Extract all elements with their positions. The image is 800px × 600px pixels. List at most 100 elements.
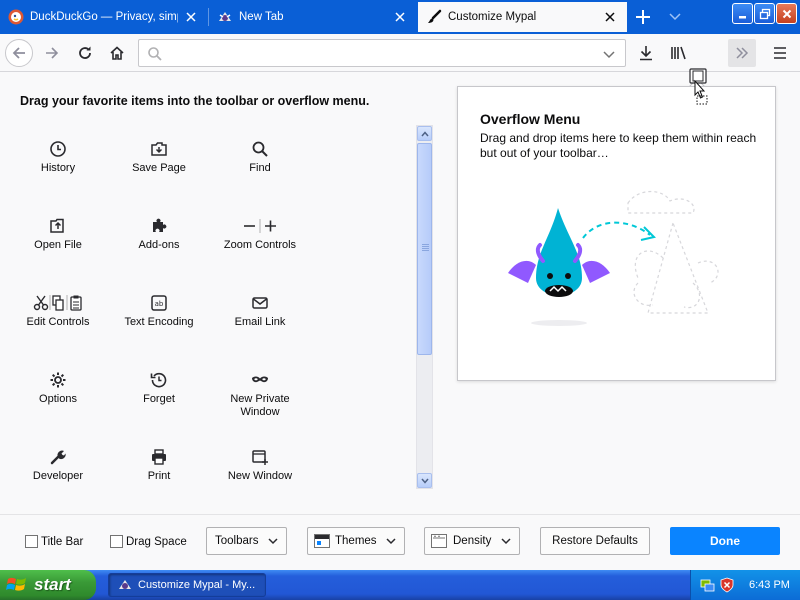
- forward-arrow-icon: [46, 47, 59, 59]
- palette-item-open-file[interactable]: Open File: [8, 215, 108, 285]
- forward-button[interactable]: [38, 39, 66, 67]
- close-icon[interactable]: [184, 10, 198, 24]
- edit-controls-icon: [26, 292, 90, 314]
- minimize-icon: [738, 15, 746, 18]
- gear-icon: [38, 369, 78, 391]
- home-icon: [110, 46, 124, 60]
- palette-item-save-page[interactable]: Save Page: [109, 138, 209, 208]
- security-shield-icon[interactable]: [719, 577, 735, 593]
- tab-duckduckgo[interactable]: DuckDuckGo — Privacy, simplified.: [0, 2, 208, 32]
- svg-text:ab: ab: [155, 300, 164, 308]
- clock-icon: [38, 138, 78, 160]
- tab-strip: DuckDuckGo — Privacy, simplified. New Ta…: [0, 0, 800, 34]
- overflow-menu-panel[interactable]: Overflow Menu Drag and drop items here t…: [457, 86, 776, 381]
- palette-item-label: Find: [249, 162, 271, 174]
- tab-label: New Tab: [239, 11, 284, 23]
- palette-item-label: History: [40, 162, 76, 174]
- palette-item-label: Zoom Controls: [223, 239, 297, 251]
- restore-defaults-button[interactable]: Restore Defaults: [540, 527, 650, 555]
- dropdown-label: Toolbars: [215, 535, 259, 547]
- close-icon[interactable]: [603, 10, 617, 24]
- downloads-button[interactable]: [632, 39, 660, 67]
- tab-customize-mypal[interactable]: Customize Mypal: [418, 2, 627, 32]
- menu-button[interactable]: [766, 39, 794, 67]
- url-input[interactable]: [169, 44, 589, 62]
- overflow-menu-title: Overflow Menu: [480, 111, 581, 127]
- palette-item-new-private-window[interactable]: New Private Window: [210, 369, 310, 439]
- reload-button[interactable]: [71, 39, 99, 67]
- palette-item-email-link[interactable]: Email Link: [210, 292, 310, 362]
- mask-icon: [240, 369, 280, 391]
- maximize-button[interactable]: [754, 3, 775, 24]
- clock: 6:43 PM: [749, 579, 790, 591]
- scroll-down-button[interactable]: [417, 473, 432, 488]
- new-tab-button[interactable]: [630, 4, 656, 30]
- toolbars-dropdown[interactable]: Toolbars: [206, 527, 287, 555]
- checkbox-box[interactable]: [110, 535, 123, 548]
- palette-scrollbar[interactable]: [416, 125, 433, 489]
- close-window-button[interactable]: [776, 3, 797, 24]
- checkbox-label: Drag Space: [126, 535, 187, 548]
- customize-footer: Title Bar Drag Space Toolbars Themes Den…: [0, 514, 800, 568]
- printer-icon: [139, 446, 179, 468]
- start-button[interactable]: start: [0, 570, 96, 600]
- palette-item-label: Save Page: [132, 162, 186, 174]
- palette-item-edit-controls[interactable]: Edit Controls: [8, 292, 108, 362]
- drag-space-checkbox[interactable]: Drag Space: [110, 535, 187, 548]
- chevron-down-icon: [669, 13, 681, 21]
- checkbox-box[interactable]: [25, 535, 38, 548]
- scroll-up-button[interactable]: [417, 126, 432, 141]
- zoom-controls-icon: [232, 215, 288, 237]
- new-window-icon: [240, 446, 280, 468]
- palette-item-options[interactable]: Options: [8, 369, 108, 439]
- palette-item-add-ons[interactable]: Add-ons: [109, 215, 209, 285]
- palette-item-find[interactable]: Find: [210, 138, 310, 208]
- scrollbar-thumb[interactable]: [417, 143, 432, 355]
- library-button[interactable]: [665, 39, 693, 67]
- download-icon: [640, 46, 652, 61]
- text-encoding-icon: ab: [139, 292, 179, 314]
- palette-item-print[interactable]: Print: [109, 446, 209, 516]
- palette-item-developer[interactable]: Developer: [8, 446, 108, 516]
- search-icon: [148, 47, 162, 61]
- network-icon[interactable]: [699, 577, 715, 593]
- button-label: Restore Defaults: [552, 535, 638, 547]
- title-bar-checkbox[interactable]: Title Bar: [25, 535, 83, 548]
- puzzle-icon: [139, 215, 179, 237]
- density-icon: [431, 534, 447, 548]
- list-all-tabs-button[interactable]: [664, 4, 686, 30]
- palette-item-label: Edit Controls: [26, 316, 90, 328]
- palette-item-forget[interactable]: Forget: [109, 369, 209, 439]
- palette-item-new-window[interactable]: New Window: [210, 446, 310, 516]
- back-button[interactable]: [5, 39, 33, 67]
- button-label: Done: [710, 534, 740, 548]
- reload-icon: [79, 46, 91, 59]
- tab-label: Customize Mypal: [448, 11, 537, 23]
- chevron-down-icon: [386, 538, 396, 545]
- density-dropdown[interactable]: Density: [424, 527, 520, 555]
- chevron-up-icon: [420, 130, 429, 136]
- minimize-button[interactable]: [732, 3, 753, 24]
- palette-item-history[interactable]: History: [8, 138, 108, 208]
- palette-item-label: New Window: [227, 470, 293, 482]
- palette-item-label: Add-ons: [138, 239, 180, 251]
- magnifier-icon: [240, 138, 280, 160]
- double-chevron-right-icon: [736, 47, 749, 59]
- close-icon[interactable]: [393, 10, 407, 24]
- palette-item-text-encoding[interactable]: ab Text Encoding: [109, 292, 209, 362]
- forget-icon: [139, 369, 179, 391]
- palette-item-zoom-controls[interactable]: Zoom Controls: [210, 215, 310, 285]
- overflow-menu-button[interactable]: [728, 39, 756, 67]
- taskbar-item-mypal[interactable]: Customize Mypal - My...: [108, 573, 266, 597]
- palette-item-label: Open File: [34, 239, 82, 251]
- dropdown-label: Density: [453, 535, 492, 547]
- chevron-down-icon[interactable]: [601, 46, 617, 62]
- back-arrow-icon: [12, 47, 25, 59]
- url-bar[interactable]: [138, 39, 626, 67]
- tab-new-tab[interactable]: New Tab: [209, 2, 417, 32]
- palette-item-label: Options: [39, 393, 77, 405]
- home-button[interactable]: [103, 39, 131, 67]
- taskbar-item-label: Customize Mypal - My...: [138, 579, 256, 591]
- done-button[interactable]: Done: [670, 527, 780, 555]
- themes-dropdown[interactable]: Themes: [307, 527, 405, 555]
